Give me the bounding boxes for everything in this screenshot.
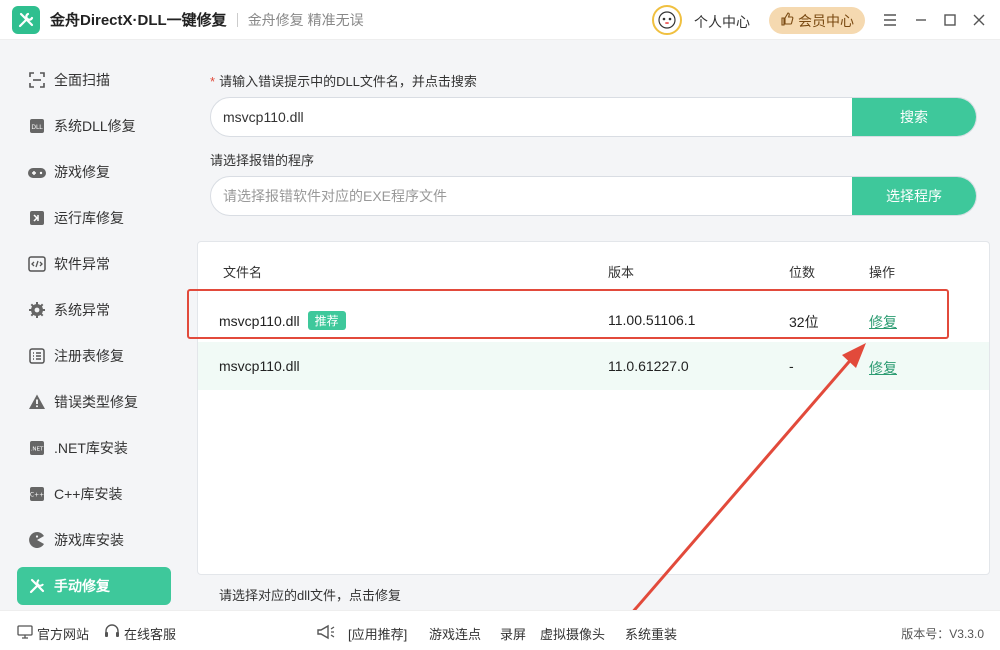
program-select-box: 选择程序 <box>210 176 977 216</box>
gamepad-icon <box>27 162 47 182</box>
sidebar-item-label: 系统异常 <box>54 302 110 318</box>
sidebar-item-label: 全面扫描 <box>54 72 110 88</box>
official-site-link[interactable]: 官方网站 <box>17 624 89 643</box>
official-site-label: 官方网站 <box>37 627 90 642</box>
svg-text:.NET: .NET <box>31 447 44 453</box>
sidebar-item-error-type-repair[interactable]: 错误类型修复 <box>17 383 171 421</box>
dll-search-box: 搜索 <box>210 97 977 137</box>
sidebar-item-full-scan[interactable]: 全面扫描 <box>17 61 171 99</box>
svg-text:DLL: DLL <box>31 124 43 131</box>
sidebar-item-dotnet-install[interactable]: .NET .NET库安装 <box>17 429 171 467</box>
sidebar-item-label: .NET库安装 <box>54 440 128 456</box>
header-filename: 文件名 <box>223 265 263 280</box>
required-mark: * <box>210 74 216 89</box>
gear-icon <box>27 300 47 320</box>
sidebar-item-manual-repair[interactable]: 手动修复 <box>17 567 171 605</box>
row-bits: - <box>789 358 794 374</box>
footer-bar: 官方网站 在线客服 [应用推荐] 游戏连点 录屏 虚拟摄像头 系统重装 版本号：… <box>0 610 1000 650</box>
wrench-icon <box>27 576 47 596</box>
footer-link-auto-clicker[interactable]: 游戏连点 <box>429 624 481 643</box>
select-program-button[interactable]: 选择程序 <box>852 177 976 215</box>
sidebar-item-label: 游戏修复 <box>54 164 110 180</box>
program-path-input[interactable] <box>211 177 854 215</box>
minimize-icon[interactable] <box>911 10 931 30</box>
app-recommend[interactable]: [应用推荐] <box>316 624 407 643</box>
svg-text:C++: C++ <box>30 492 44 499</box>
program-select-label: 请选择报错的程序 <box>210 153 315 168</box>
sidebar-item-software-error[interactable]: 软件异常 <box>17 245 171 283</box>
footer-link-screen-record[interactable]: 录屏 <box>500 624 526 643</box>
thumbs-up-icon <box>780 12 794 29</box>
monitor-icon <box>17 625 33 642</box>
row-filename: msvcp110.dll <box>219 358 300 374</box>
megaphone-icon <box>316 624 336 643</box>
sidebar-item-system-dll[interactable]: DLL 系统DLL修复 <box>17 107 171 145</box>
scan-icon <box>27 70 47 90</box>
dll-search-input[interactable] <box>211 98 854 136</box>
app-title: 金舟DirectX·DLL一键修复 <box>50 12 227 29</box>
app-slogan: 金舟修复 精准无误 <box>247 11 364 28</box>
dll-search-label-text: 请输入错误提示中的DLL文件名，并点击搜索 <box>219 74 477 89</box>
sidebar-item-label: 注册表修复 <box>54 348 124 364</box>
warning-icon <box>27 392 47 412</box>
row-version: 11.0.61227.0 <box>608 358 689 374</box>
headset-icon <box>104 624 120 643</box>
vip-center-label: 会员中心 <box>798 12 854 29</box>
sidebar-item-label: C++库安装 <box>54 486 123 502</box>
repair-link[interactable]: 修复 <box>869 358 897 378</box>
search-button[interactable]: 搜索 <box>852 98 976 136</box>
header-action: 操作 <box>869 265 896 280</box>
sidebar-item-system-error[interactable]: 系统异常 <box>17 291 171 329</box>
sidebar-item-label: 错误类型修复 <box>54 394 138 410</box>
sidebar-item-cpp-install[interactable]: C++ C++库安装 <box>17 475 171 513</box>
code-icon <box>27 254 47 274</box>
header-bits: 位数 <box>789 265 816 280</box>
version-label: 版本号：V3.3.0 <box>901 627 984 641</box>
dll-icon: DLL <box>27 116 47 136</box>
dll-search-label: * 请输入错误提示中的DLL文件名，并点击搜索 <box>210 71 477 90</box>
runtime-icon <box>27 208 47 228</box>
footer-link-system-reinstall[interactable]: 系统重装 <box>625 624 677 643</box>
highlight-annotation-box <box>187 289 949 339</box>
online-service-label: 在线客服 <box>124 627 177 642</box>
sidebar-item-runtime-repair[interactable]: 运行库修复 <box>17 199 171 237</box>
personal-center-link[interactable]: 个人中心 <box>694 12 750 32</box>
cpp-icon: C++ <box>27 484 47 504</box>
sidebar-item-label: 游戏库安装 <box>54 532 124 548</box>
menu-icon[interactable] <box>880 10 900 30</box>
pacman-icon <box>27 530 47 550</box>
title-divider <box>236 12 238 27</box>
sidebar-item-label: 运行库修复 <box>54 210 124 226</box>
sidebar-item-registry-repair[interactable]: 注册表修复 <box>17 337 171 375</box>
vip-center-button[interactable]: 会员中心 <box>769 7 865 34</box>
sidebar-item-game-lib-install[interactable]: 游戏库安装 <box>17 521 171 559</box>
sidebar-item-label: 手动修复 <box>54 578 110 594</box>
app-recommend-label: [应用推荐] <box>348 627 408 642</box>
maximize-icon[interactable] <box>940 10 960 30</box>
avatar[interactable] <box>652 5 682 35</box>
close-icon[interactable] <box>969 10 989 30</box>
header-version: 版本 <box>608 265 635 280</box>
dotnet-icon: .NET <box>27 438 47 458</box>
sidebar-item-label: 系统DLL修复 <box>54 118 136 134</box>
sidebar-item-game-repair[interactable]: 游戏修复 <box>17 153 171 191</box>
sidebar: 全面扫描 DLL 系统DLL修复 游戏修复 运行库修复 软件异常 系统异常 注册… <box>0 40 188 610</box>
footer-link-virtual-camera[interactable]: 虚拟摄像头 <box>540 624 605 643</box>
online-service-link[interactable]: 在线客服 <box>104 624 176 643</box>
wrench-logo-icon <box>12 5 40 34</box>
repair-hint-text: 请选择对应的dll文件，点击修复 <box>219 588 402 603</box>
sidebar-item-label: 软件异常 <box>54 256 110 272</box>
list-icon <box>27 346 47 366</box>
table-row[interactable]: msvcp110.dll 11.0.61227.0 - 修复 <box>198 342 989 390</box>
